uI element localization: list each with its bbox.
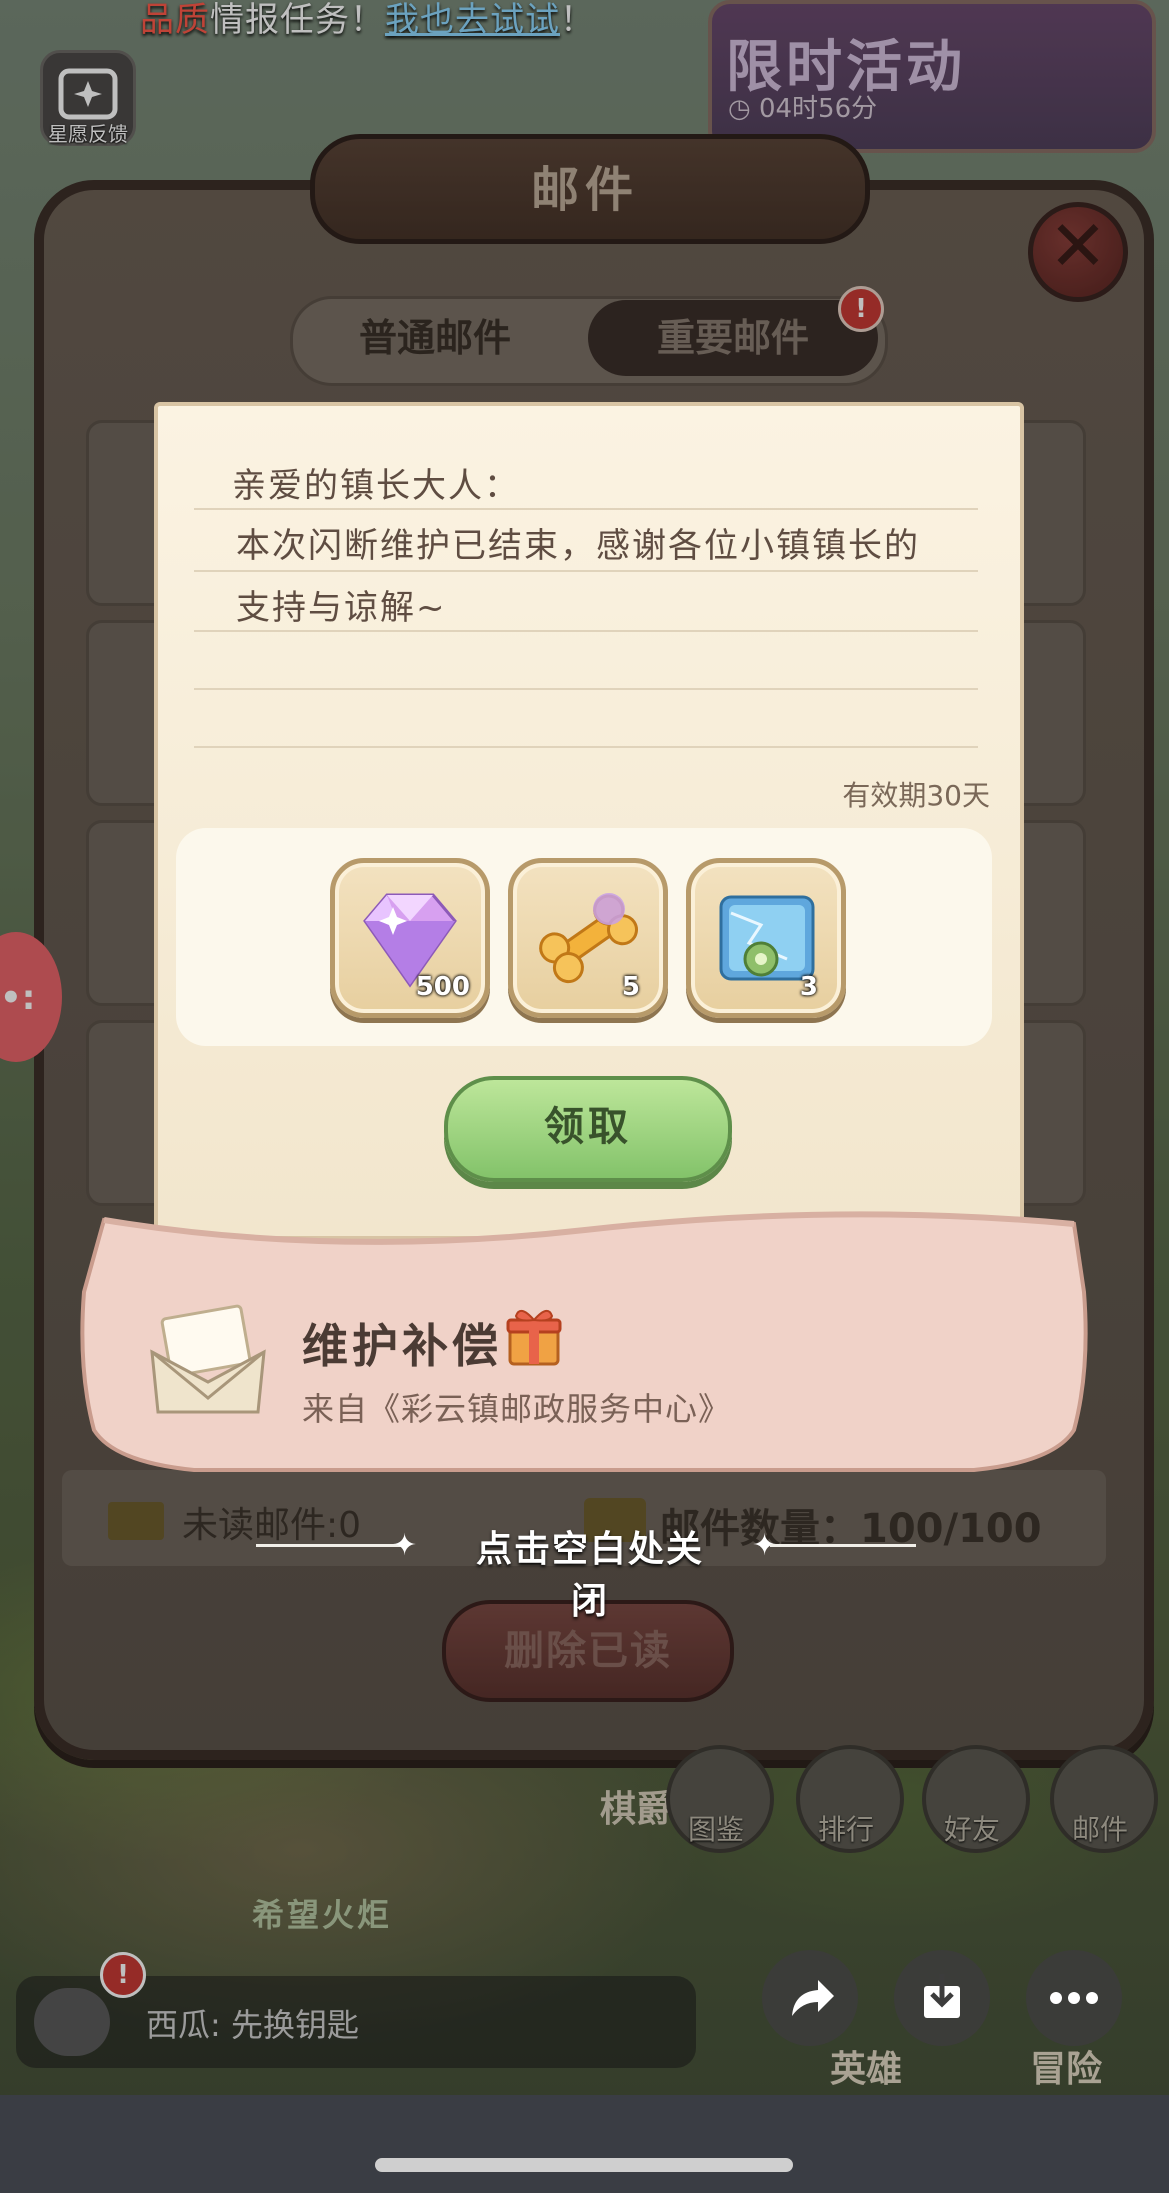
reward-chest-count: 3 — [799, 972, 818, 1002]
system-bottom-bar — [0, 2095, 1169, 2193]
home-indicator[interactable] — [375, 2158, 793, 2172]
letter-greeting: 亲爱的镇长大人： — [232, 466, 520, 506]
close-hint: 点击空白处关闭 — [475, 1529, 704, 1622]
hint-line-right — [770, 1544, 916, 1547]
mail-sender: 来自《彩云镇邮政服务中心》 — [302, 1390, 732, 1428]
letter-rule — [194, 688, 978, 690]
envelope-icon — [150, 1304, 266, 1414]
letter-body-line-1: 本次闪断维护已结束，感谢各位小镇镇长的 — [236, 526, 920, 566]
gift-box-icon — [506, 1309, 562, 1366]
letter-body-line-2: 支持与谅解~ — [236, 588, 447, 628]
claim-label[interactable]: 领取 — [444, 1078, 732, 1176]
save-icon[interactable] — [894, 1950, 990, 2046]
sparkle-icon: ✦ — [392, 1528, 418, 1563]
letter-rule — [194, 570, 978, 572]
share-icon[interactable] — [762, 1950, 858, 2046]
mail-subject: 维护补偿 — [302, 1319, 502, 1373]
reward-diamond-count: 500 — [415, 972, 470, 1002]
validity-period: 有效期30天 — [842, 779, 990, 812]
letter-rule — [194, 508, 978, 510]
reward-bone-count: 5 — [621, 972, 640, 1002]
hint-line-left — [256, 1544, 406, 1547]
letter-rule — [194, 746, 978, 748]
more-icon[interactable] — [1026, 1950, 1122, 2046]
letter-rule — [194, 630, 978, 632]
